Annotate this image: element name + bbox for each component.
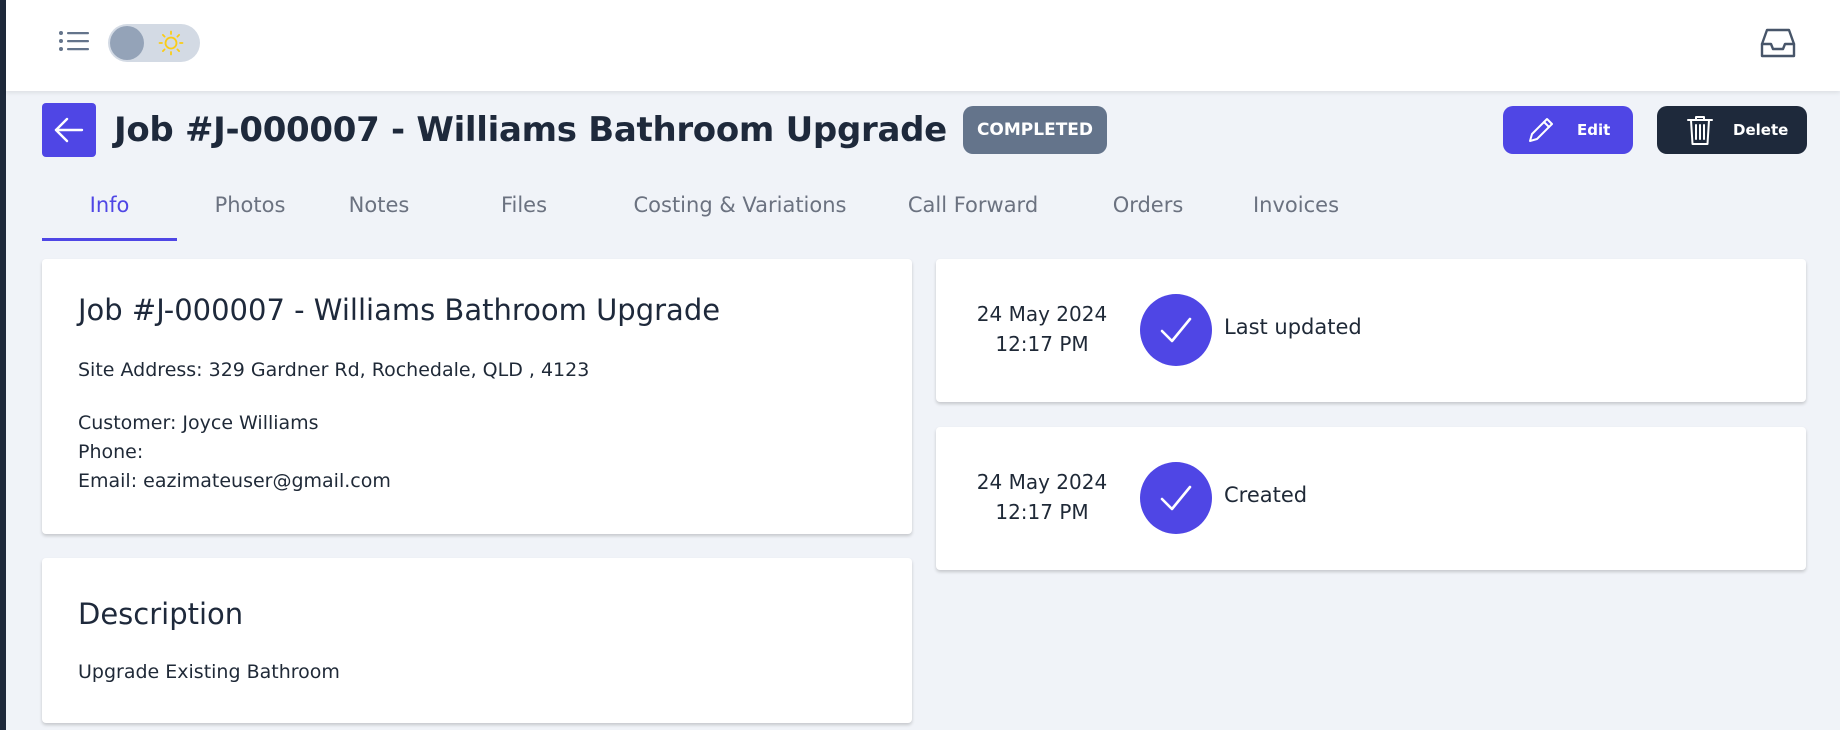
inbox-icon — [1760, 28, 1796, 58]
top-bar — [6, 0, 1840, 91]
check-icon — [1140, 462, 1212, 534]
tab-orders[interactable]: Orders — [1102, 183, 1194, 240]
tab-bar: Info Photos Notes Files Costing & Variat… — [42, 183, 1342, 243]
timeline-label: Created — [1224, 483, 1308, 507]
description-title: Description — [78, 597, 244, 631]
customer-email: Email: eazimateuser@gmail.com — [78, 470, 391, 492]
delete-label: Delete — [1733, 121, 1789, 139]
tab-notes[interactable]: Notes — [344, 183, 414, 240]
customer-phone: Phone: — [78, 441, 144, 463]
timeline-date: 24 May 2024 — [976, 470, 1108, 494]
timeline-item: 24 May 2024 12:17 PM Created — [936, 427, 1806, 570]
tab-invoices[interactable]: Invoices — [1241, 183, 1351, 240]
delete-button[interactable]: Delete — [1657, 106, 1807, 154]
arrow-left-icon — [54, 117, 84, 143]
tab-costing-variations[interactable]: Costing & Variations — [624, 183, 856, 240]
timeline-time: 12:17 PM — [995, 332, 1089, 356]
trash-icon — [1687, 116, 1713, 145]
site-address: Site Address: 329 Gardner Rd, Rochedale,… — [78, 359, 590, 381]
theme-toggle[interactable] — [108, 24, 200, 62]
toggle-knob — [110, 26, 144, 60]
timeline-date: 24 May 2024 — [976, 302, 1108, 326]
window-left-edge — [0, 0, 6, 730]
page-title: Job #J-000007 - Williams Bathroom Upgrad… — [114, 110, 947, 150]
tab-photos[interactable]: Photos — [197, 183, 303, 240]
timeline-item: 24 May 2024 12:17 PM Last updated — [936, 259, 1806, 402]
description-text: Upgrade Existing Bathroom — [78, 661, 340, 683]
timeline-time: 12:17 PM — [995, 500, 1089, 524]
back-button[interactable] — [42, 103, 96, 157]
timeline-label: Last updated — [1224, 315, 1362, 339]
tab-call-forward[interactable]: Call Forward — [899, 183, 1047, 240]
check-icon — [1140, 294, 1212, 366]
description-card: Description Upgrade Existing Bathroom — [42, 558, 912, 723]
edit-button[interactable]: Edit — [1503, 106, 1633, 154]
customer-name: Customer: Joyce Williams — [78, 412, 319, 434]
edit-label: Edit — [1577, 121, 1611, 139]
sun-icon — [158, 30, 184, 56]
inbox-button[interactable] — [1758, 24, 1798, 62]
tab-info[interactable]: Info — [42, 183, 177, 241]
job-info-card: Job #J-000007 - Williams Bathroom Upgrad… — [42, 259, 912, 534]
menu-button[interactable] — [56, 26, 98, 60]
job-card-title: Job #J-000007 - Williams Bathroom Upgrad… — [78, 293, 721, 327]
pencil-icon — [1529, 118, 1553, 142]
list-icon — [59, 31, 89, 51]
status-badge: COMPLETED — [963, 106, 1107, 154]
tab-files[interactable]: Files — [491, 183, 557, 240]
